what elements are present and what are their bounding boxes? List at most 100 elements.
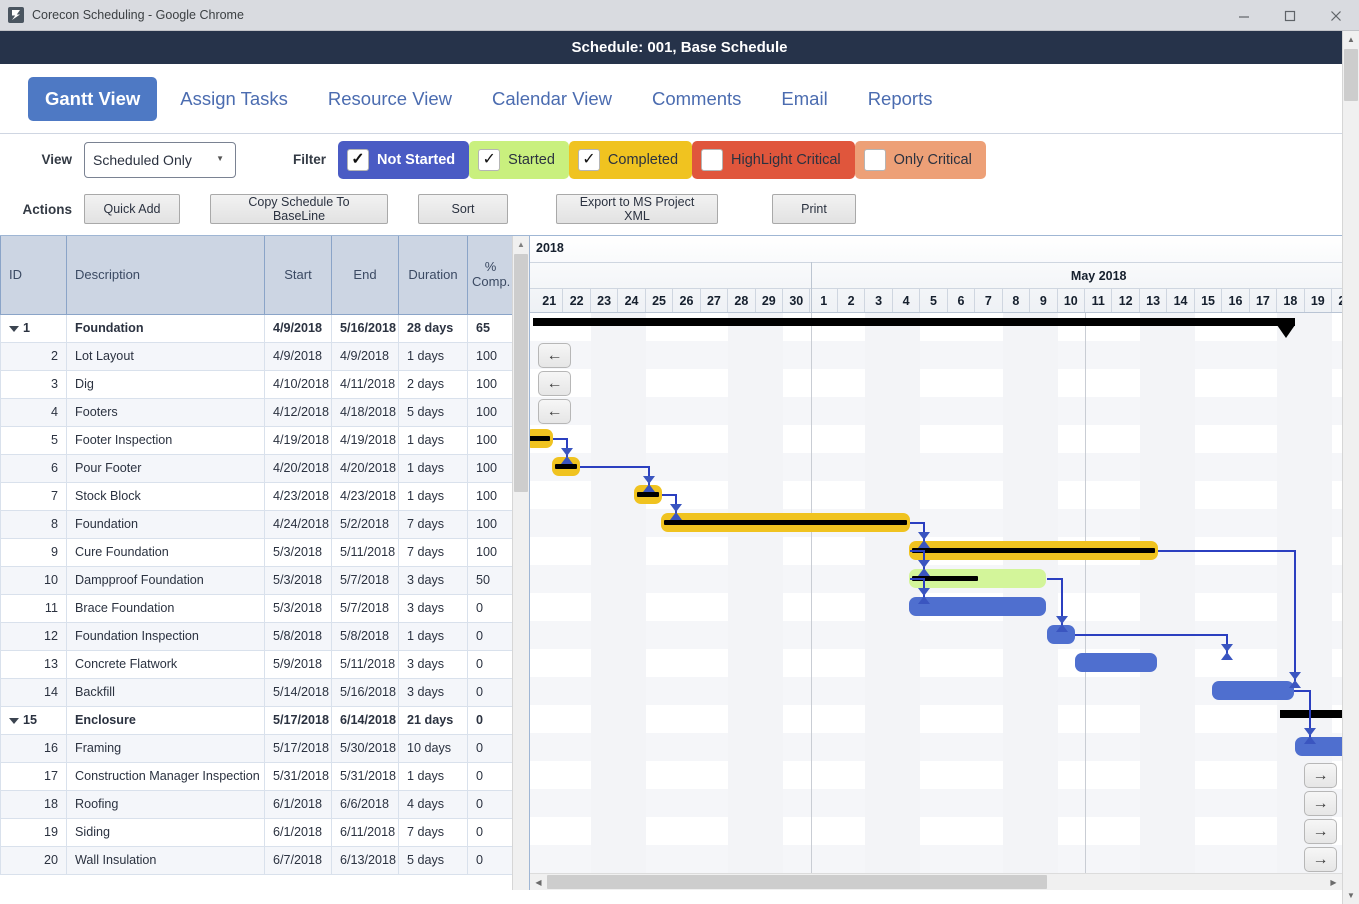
table-row[interactable]: 2 Lot Layout 4/9/2018 4/9/2018 1 days 100 [0, 341, 514, 371]
window-scroll-thumb[interactable] [1344, 49, 1358, 101]
cell-description[interactable]: Dig [66, 369, 265, 399]
hscroll-thumb[interactable] [547, 875, 1047, 889]
cell-end[interactable]: 6/11/2018 [331, 817, 399, 847]
filter-checkbox[interactable] [701, 148, 724, 171]
cell-id[interactable]: 12 [0, 621, 67, 651]
cell-description[interactable]: Concrete Flatwork [66, 649, 265, 679]
cell-end[interactable]: 5/8/2018 [331, 621, 399, 651]
table-row[interactable]: 3 Dig 4/10/2018 4/11/2018 2 days 100 [0, 369, 514, 399]
window-vertical-scrollbar[interactable]: ▲ ▼ [1342, 31, 1359, 904]
view-select[interactable]: Scheduled Only [84, 141, 236, 178]
cell-id[interactable]: 8 [0, 509, 67, 539]
gantt-summary-bar[interactable] [533, 318, 1295, 326]
cell-duration[interactable]: 1 days [398, 425, 468, 455]
cell-end[interactable]: 5/11/2018 [331, 537, 399, 567]
gantt-scroll-to-task-right-icon[interactable]: → [1304, 819, 1337, 844]
cell-start[interactable]: 5/3/2018 [264, 593, 332, 623]
cell-end[interactable]: 4/23/2018 [331, 481, 399, 511]
collapse-caret-icon[interactable] [9, 717, 19, 724]
cell-description[interactable]: Cure Foundation [66, 537, 265, 567]
table-row[interactable]: 18 Roofing 6/1/2018 6/6/2018 4 days 0 [0, 789, 514, 819]
cell-end[interactable]: 4/11/2018 [331, 369, 399, 399]
cell-start[interactable]: 5/17/2018 [264, 733, 332, 763]
cell-description[interactable]: Footer Inspection [66, 425, 265, 455]
scroll-up-icon[interactable]: ▲ [513, 236, 529, 253]
cell-pct-complete[interactable]: 100 [467, 481, 514, 511]
nav-tab-gantt-view[interactable]: Gantt View [28, 76, 158, 121]
nav-tab-resource-view[interactable]: Resource View [311, 77, 469, 121]
col-header-start[interactable]: Start [264, 236, 332, 315]
filter-chip-completed[interactable]: ✓ Completed [568, 140, 693, 179]
gantt-scroll-to-task-right-icon[interactable]: → [1304, 763, 1337, 788]
cell-duration[interactable]: 3 days [398, 593, 468, 623]
cell-end[interactable]: 5/30/2018 [331, 733, 399, 763]
gantt-task-bar[interactable] [1212, 681, 1294, 700]
cell-id[interactable]: 17 [0, 761, 67, 791]
cell-id[interactable]: 7 [0, 481, 67, 511]
close-icon[interactable] [1313, 0, 1359, 31]
table-row[interactable]: 15 Enclosure 5/17/2018 6/14/2018 21 days 0 [0, 705, 514, 735]
cell-pct-complete[interactable]: 100 [467, 425, 514, 455]
cell-description[interactable]: Stock Block [66, 481, 265, 511]
grid-scroll-thumb[interactable] [514, 254, 528, 492]
cell-start[interactable]: 4/10/2018 [264, 369, 332, 399]
table-row[interactable]: 13 Concrete Flatwork 5/9/2018 5/11/2018 3 da… [0, 649, 514, 679]
cell-start[interactable]: 6/1/2018 [264, 817, 332, 847]
cell-start[interactable]: 4/20/2018 [264, 453, 332, 483]
cell-description[interactable]: Framing [66, 733, 265, 763]
table-row[interactable]: 10 Dampproof Foundation 5/3/2018 5/7/2018 3 … [0, 565, 514, 595]
cell-pct-complete[interactable]: 100 [467, 369, 514, 399]
cell-start[interactable]: 4/24/2018 [264, 509, 332, 539]
gantt-scroll-to-task-left-icon[interactable]: ← [538, 399, 571, 424]
cell-pct-complete[interactable]: 0 [467, 705, 514, 735]
cell-description[interactable]: Dampproof Foundation [66, 565, 265, 595]
cell-start[interactable]: 4/19/2018 [264, 425, 332, 455]
cell-description[interactable]: Footers [66, 397, 265, 427]
cell-start[interactable]: 6/1/2018 [264, 789, 332, 819]
table-row[interactable]: 9 Cure Foundation 5/3/2018 5/11/2018 7 days 1… [0, 537, 514, 567]
cell-id[interactable]: 6 [0, 453, 67, 483]
col-header-id[interactable]: ID [0, 236, 67, 315]
table-row[interactable]: 20 Wall Insulation 6/7/2018 6/13/2018 5 days… [0, 845, 514, 875]
table-row[interactable]: 5 Footer Inspection 4/19/2018 4/19/2018 1 da… [0, 425, 514, 455]
cell-id[interactable]: 9 [0, 537, 67, 567]
cell-pct-complete[interactable]: 100 [467, 341, 514, 371]
cell-description[interactable]: Construction Manager Inspection [66, 761, 265, 791]
cell-duration[interactable]: 3 days [398, 649, 468, 679]
nav-tab-calendar-view[interactable]: Calendar View [475, 77, 629, 121]
table-row[interactable]: 8 Foundation 4/24/2018 5/2/2018 7 days 100 [0, 509, 514, 539]
cell-end[interactable]: 5/2/2018 [331, 509, 399, 539]
cell-end[interactable]: 4/18/2018 [331, 397, 399, 427]
cell-pct-complete[interactable]: 0 [467, 593, 514, 623]
cell-id[interactable]: 19 [0, 817, 67, 847]
cell-pct-complete[interactable]: 0 [467, 817, 514, 847]
cell-description[interactable]: Foundation [66, 509, 265, 539]
cell-end[interactable]: 5/16/2018 [331, 677, 399, 707]
cell-start[interactable]: 4/12/2018 [264, 397, 332, 427]
cell-duration[interactable]: 10 days [398, 733, 468, 763]
cell-description[interactable]: Siding [66, 817, 265, 847]
cell-pct-complete[interactable]: 100 [467, 453, 514, 483]
collapse-caret-icon[interactable] [9, 325, 19, 332]
cell-description[interactable]: Foundation Inspection [66, 621, 265, 651]
cell-duration[interactable]: 1 days [398, 341, 468, 371]
cell-id[interactable]: 13 [0, 649, 67, 679]
cell-duration[interactable]: 1 days [398, 453, 468, 483]
cell-pct-complete[interactable]: 50 [467, 565, 514, 595]
cell-duration[interactable]: 5 days [398, 845, 468, 875]
filter-chip-only-critical[interactable]: Only Critical [854, 140, 986, 179]
filter-chip-not-started[interactable]: ✓ Not Started [338, 140, 470, 179]
cell-start[interactable]: 4/9/2018 [264, 341, 332, 371]
cell-description[interactable]: Pour Footer [66, 453, 265, 483]
cell-start[interactable]: 5/8/2018 [264, 621, 332, 651]
gantt-horizontal-scrollbar[interactable]: ◀ ▶ [530, 873, 1342, 890]
cell-id[interactable]: 2 [0, 341, 67, 371]
nav-tab-email[interactable]: Email [764, 77, 844, 121]
cell-duration[interactable]: 4 days [398, 789, 468, 819]
action-button-print[interactable]: Print [772, 194, 856, 224]
cell-end[interactable]: 5/7/2018 [331, 593, 399, 623]
table-row[interactable]: 6 Pour Footer 4/20/2018 4/20/2018 1 days 100 [0, 453, 514, 483]
cell-end[interactable]: 4/20/2018 [331, 453, 399, 483]
cell-pct-complete[interactable]: 0 [467, 649, 514, 679]
action-button-sort[interactable]: Sort [418, 194, 508, 224]
